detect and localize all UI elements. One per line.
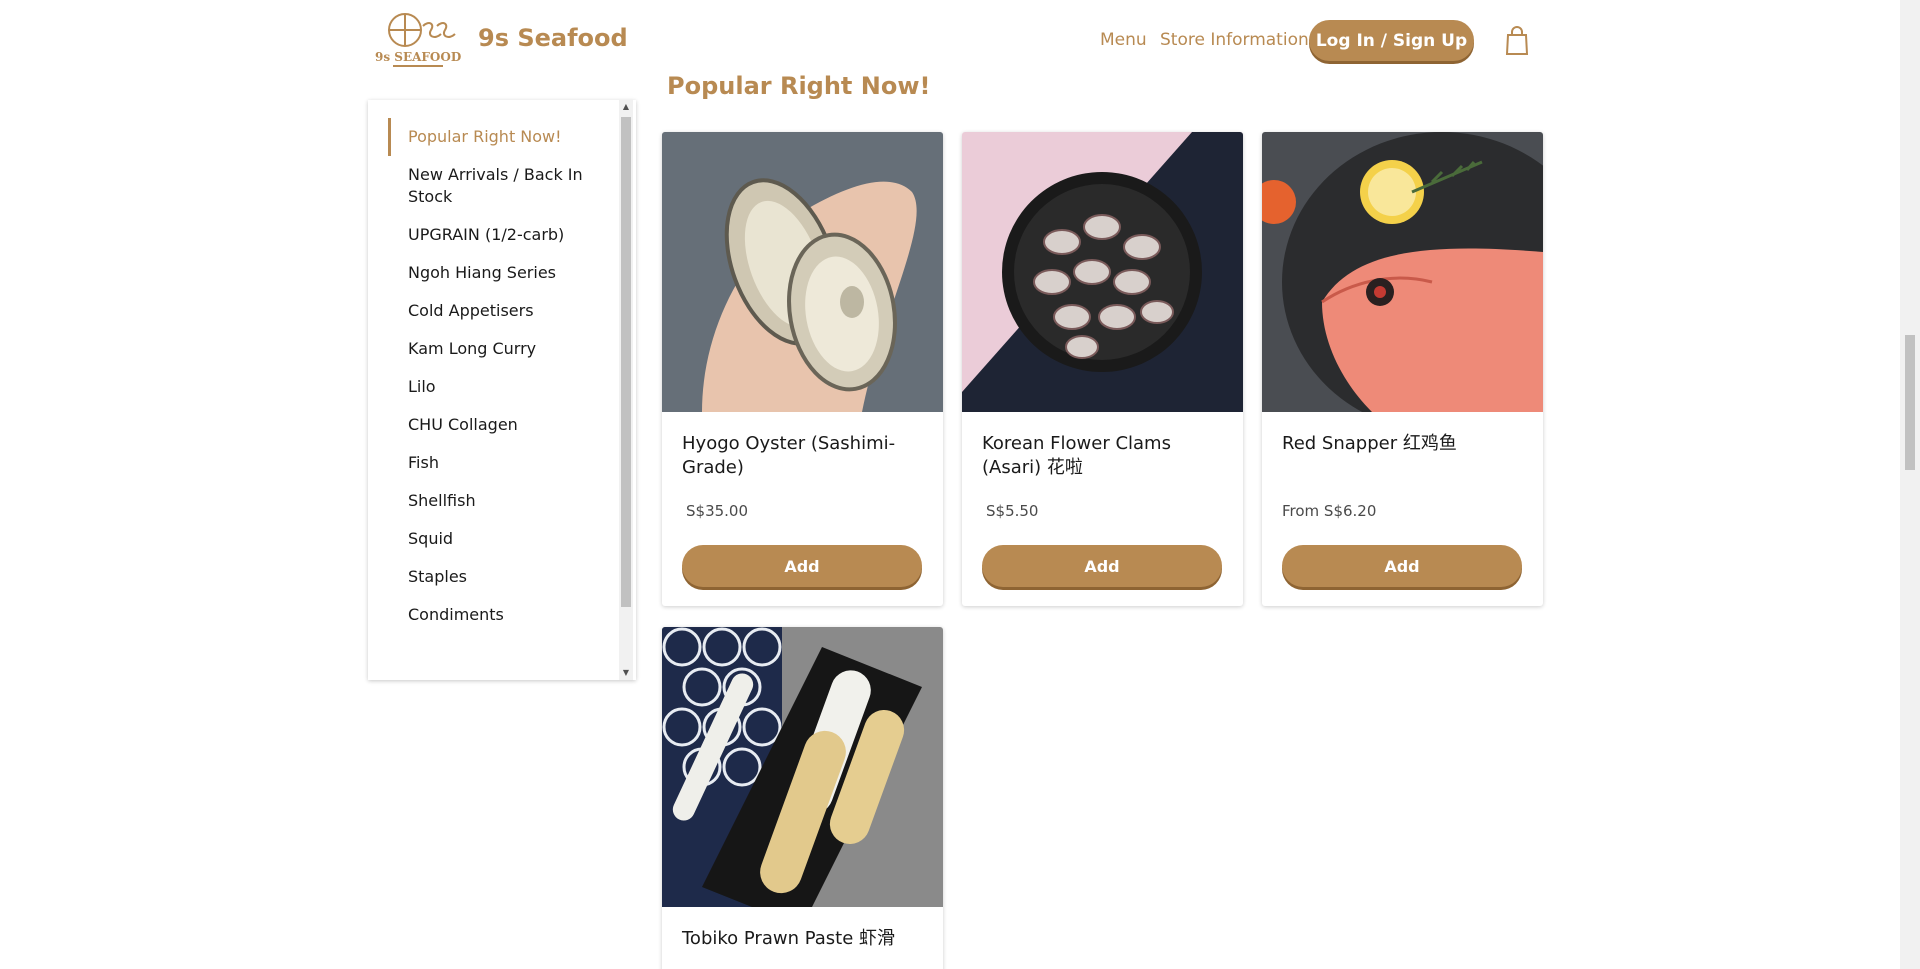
product-image-red-snapper[interactable] xyxy=(1262,132,1543,412)
top-header: 9s SEAFOOD 9s Seafood Menu Store Informa… xyxy=(0,0,1900,82)
product-card-clams[interactable]: Korean Flower Clams (Asari) 花啦 S$5.50 Ad… xyxy=(962,132,1243,606)
category-item-condiments[interactable]: Condiments xyxy=(368,596,620,634)
product-card-red-snapper[interactable]: Red Snapper 红鸡鱼 From S$6.20 Add xyxy=(1262,132,1543,606)
scroll-down-arrow-icon[interactable]: ▼ xyxy=(619,666,633,680)
product-card-oyster[interactable]: Hyogo Oyster (Sashimi-Grade) S$35.00 Add xyxy=(662,132,943,606)
scroll-up-arrow-icon[interactable]: ▲ xyxy=(619,100,633,114)
product-price: From S$6.20 xyxy=(1282,502,1377,520)
login-signup-button[interactable]: Log In / Sign Up xyxy=(1309,20,1474,61)
category-item-new-arrivals[interactable]: New Arrivals / Back In Stock xyxy=(368,156,620,216)
category-item-shellfish[interactable]: Shellfish xyxy=(368,482,620,520)
product-name: Red Snapper 红鸡鱼 xyxy=(1282,433,1457,454)
category-item-upgrain[interactable]: UPGRAIN (1/2-carb) xyxy=(368,216,620,254)
category-sidebar: Popular Right Now! New Arrivals / Back I… xyxy=(368,100,636,680)
product-price: S$5.50 xyxy=(986,502,1039,520)
add-to-cart-button[interactable]: Add xyxy=(1282,545,1522,587)
page-scrollbar[interactable] xyxy=(1900,0,1920,969)
product-image-clams[interactable] xyxy=(962,132,1243,412)
category-item-staples[interactable]: Staples xyxy=(368,558,620,596)
product-card-tobiko-prawn-paste[interactable]: Tobiko Prawn Paste 虾滑 xyxy=(662,627,943,969)
sidebar-scrollbar[interactable]: ▲ ▼ xyxy=(619,100,633,680)
add-to-cart-button[interactable]: Add xyxy=(982,545,1222,587)
product-image-oyster[interactable] xyxy=(662,132,943,412)
product-name: Korean Flower Clams (Asari) 花啦 xyxy=(982,433,1171,478)
product-image-tobiko-prawn-paste[interactable] xyxy=(662,627,943,907)
add-to-cart-button[interactable]: Add xyxy=(682,545,922,587)
product-name: Hyogo Oyster (Sashimi-Grade) xyxy=(682,433,896,478)
category-item-ngoh-hiang[interactable]: Ngoh Hiang Series xyxy=(368,254,620,292)
page-scrollbar-thumb[interactable] xyxy=(1905,335,1915,470)
category-list: Popular Right Now! New Arrivals / Back I… xyxy=(368,118,620,634)
category-item-fish[interactable]: Fish xyxy=(368,444,620,482)
page: 9s SEAFOOD 9s Seafood Menu Store Informa… xyxy=(0,0,1920,969)
sidebar-scrollbar-thumb[interactable] xyxy=(621,117,631,607)
category-item-kam-long-curry[interactable]: Kam Long Curry xyxy=(368,330,620,368)
nav-link-store-information[interactable]: Store Information xyxy=(1160,30,1309,50)
category-item-chu-collagen[interactable]: CHU Collagen xyxy=(368,406,620,444)
product-name: Tobiko Prawn Paste 虾滑 xyxy=(682,928,896,949)
brand-name[interactable]: 9s Seafood xyxy=(478,24,628,52)
shopping-bag-icon[interactable] xyxy=(1503,26,1531,56)
category-item-lilo[interactable]: Lilo xyxy=(368,368,620,406)
nav-link-menu[interactable]: Menu xyxy=(1100,30,1147,50)
category-item-cold-appetisers[interactable]: Cold Appetisers xyxy=(368,292,620,330)
product-price: S$35.00 xyxy=(686,502,749,520)
category-item-squid[interactable]: Squid xyxy=(368,520,620,558)
category-item-popular[interactable]: Popular Right Now! xyxy=(368,118,620,156)
svg-text:9s SEAFOOD: 9s SEAFOOD xyxy=(375,50,461,64)
logo-icon[interactable]: 9s SEAFOOD xyxy=(375,6,461,72)
section-title: Popular Right Now! xyxy=(667,72,931,100)
